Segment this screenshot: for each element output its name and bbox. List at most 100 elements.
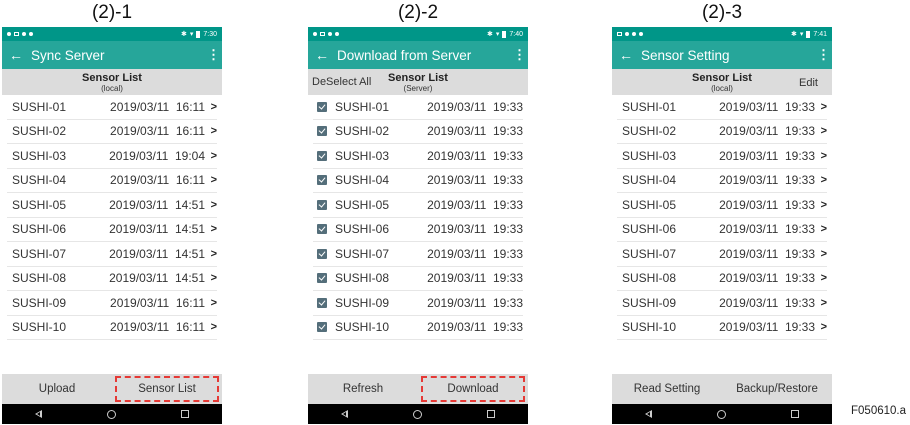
list-item[interactable]: SUSHI-04 2019/03/11 19:33 > <box>617 169 827 193</box>
chevron-right-icon: > <box>820 174 827 187</box>
nav-recents-icon[interactable] <box>181 410 190 418</box>
sensor-date: 2019/03/11 <box>719 197 779 212</box>
nav-home-icon[interactable] <box>716 409 726 419</box>
checkbox-checked-icon[interactable] <box>317 150 327 161</box>
nav-back-icon[interactable] <box>644 410 652 418</box>
sensor-time: 16:11 <box>175 295 205 310</box>
checkbox-checked-icon[interactable] <box>317 248 327 259</box>
arrow-back-icon[interactable]: ← <box>619 47 637 63</box>
sensor-time: 19:33 <box>492 148 523 163</box>
list-item[interactable]: SUSHI-10 2019/03/11 19:33 <box>313 316 523 340</box>
sensor-list-button[interactable]: Sensor List <box>112 374 222 404</box>
list-item[interactable]: SUSHI-07 2019/03/11 19:33 > <box>617 242 827 267</box>
list-item[interactable]: SUSHI-01 2019/03/11 16:11 > <box>7 95 217 120</box>
list-item[interactable]: SUSHI-04 2019/03/11 19:33 <box>313 169 523 193</box>
edit-button[interactable]: Edit <box>799 77 818 89</box>
checkbox-checked-icon[interactable] <box>317 273 327 284</box>
list-item[interactable]: SUSHI-04 2019/03/11 16:11 > <box>7 169 217 193</box>
list-item[interactable]: SUSHI-03 2019/03/11 19:33 > <box>617 144 827 169</box>
list-item[interactable]: SUSHI-05 2019/03/11 19:33 <box>313 193 523 218</box>
sensor-date: 2019/03/11 <box>719 173 779 188</box>
sensor-date: 2019/03/11 <box>110 295 170 310</box>
deselect-all-button[interactable]: DeSelect All <box>312 76 371 88</box>
list-item[interactable]: SUSHI-07 2019/03/11 14:51 > <box>7 242 217 267</box>
sensor-date: 2019/03/11 <box>719 271 779 286</box>
sensor-time: 19:33 <box>784 99 815 114</box>
sensor-time: 19:33 <box>492 295 523 310</box>
list-item[interactable]: SUSHI-08 2019/03/11 19:33 <box>313 267 523 291</box>
read-setting-button[interactable]: Read Setting <box>612 374 722 404</box>
checkbox-checked-icon[interactable] <box>317 224 327 235</box>
arrow-back-icon[interactable]: ← <box>9 47 27 63</box>
list-item[interactable]: SUSHI-10 2019/03/11 16:11 > <box>7 316 217 340</box>
list-item[interactable]: SUSHI-09 2019/03/11 16:11 > <box>7 291 217 316</box>
list-header: DeSelect All Sensor List (Server) <box>308 69 528 95</box>
list-item[interactable]: SUSHI-02 2019/03/11 19:33 <box>313 120 523 144</box>
sensor-time: 19:04 <box>174 148 205 163</box>
list-item[interactable]: SUSHI-08 2019/03/11 19:33 > <box>617 267 827 291</box>
bottom-action-bar: Refresh Download <box>308 374 528 404</box>
chevron-right-icon: > <box>820 321 827 334</box>
status-time: 7:40 <box>509 30 523 38</box>
panel-caption: (2)-1 <box>91 2 133 23</box>
list-item[interactable]: SUSHI-06 2019/03/11 19:33 <box>313 218 523 242</box>
bottom-action-bar: Upload Sensor List <box>2 374 222 404</box>
sensor-name: SUSHI-08 <box>335 271 390 286</box>
image-icon <box>617 32 622 36</box>
list-item[interactable]: SUSHI-07 2019/03/11 19:33 <box>313 242 523 267</box>
upload-button[interactable]: Upload <box>2 374 112 404</box>
refresh-button[interactable]: Refresh <box>308 374 418 404</box>
list-item[interactable]: SUSHI-05 2019/03/11 14:51 > <box>7 193 217 218</box>
nav-home-icon[interactable] <box>106 409 116 419</box>
overflow-menu-icon[interactable]: ⋮ <box>513 47 526 63</box>
list-item[interactable]: SUSHI-02 2019/03/11 19:33 > <box>617 120 827 144</box>
phone-screen-download-from-server: ✱ ▾ 7:40 ← Download from Server ⋮ DeSelect… <box>308 27 528 424</box>
bluetooth-icon: ✱ <box>790 31 797 38</box>
chevron-right-icon: > <box>820 125 827 138</box>
nav-back-icon[interactable] <box>34 410 42 418</box>
list-item[interactable]: SUSHI-05 2019/03/11 19:33 > <box>617 193 827 218</box>
list-item[interactable]: SUSHI-08 2019/03/11 14:51 > <box>7 267 217 291</box>
checkbox-checked-icon[interactable] <box>317 101 327 112</box>
download-button[interactable]: Download <box>418 374 528 404</box>
sensor-date: 2019/03/11 <box>427 197 487 212</box>
list-item[interactable]: SUSHI-06 2019/03/11 19:33 > <box>617 218 827 242</box>
list-item[interactable]: SUSHI-03 2019/03/11 19:33 <box>313 144 523 169</box>
bluetooth-icon: ✱ <box>486 31 493 38</box>
sensor-name: SUSHI-10 <box>622 320 677 335</box>
sensor-name: SUSHI-03 <box>12 148 67 163</box>
sensor-date: 2019/03/11 <box>719 222 779 237</box>
list-item[interactable]: SUSHI-06 2019/03/11 14:51 > <box>7 218 217 242</box>
list-item[interactable]: SUSHI-10 2019/03/11 19:33 > <box>617 316 827 340</box>
checkbox-checked-icon[interactable] <box>317 297 327 308</box>
sensor-date: 2019/03/11 <box>109 197 169 212</box>
backup-restore-button[interactable]: Backup/Restore <box>722 374 832 404</box>
sensor-date: 2019/03/11 <box>110 173 170 188</box>
sensor-list: SUSHI-01 2019/03/11 16:11 > SUSHI-02 2019/0… <box>2 95 222 340</box>
list-item[interactable]: SUSHI-01 2019/03/11 19:33 <box>313 95 523 120</box>
checkbox-checked-icon[interactable] <box>317 322 327 333</box>
chevron-right-icon: > <box>210 100 217 113</box>
nav-back-icon[interactable] <box>340 410 348 418</box>
screen-title: Download from Server <box>337 47 472 63</box>
list-item[interactable]: SUSHI-01 2019/03/11 19:33 > <box>617 95 827 120</box>
chevron-right-icon: > <box>820 296 827 309</box>
overflow-menu-icon[interactable]: ⋮ <box>817 47 830 63</box>
arrow-back-icon[interactable]: ← <box>315 47 333 63</box>
checkbox-checked-icon[interactable] <box>317 199 327 210</box>
nav-recents-icon[interactable] <box>791 410 800 418</box>
list-item[interactable]: SUSHI-09 2019/03/11 19:33 <box>313 291 523 316</box>
sensor-date: 2019/03/11 <box>109 271 169 286</box>
list-item[interactable]: SUSHI-03 2019/03/11 19:04 > <box>7 144 217 169</box>
checkbox-checked-icon[interactable] <box>317 126 327 137</box>
nav-home-icon[interactable] <box>412 409 422 419</box>
sensor-date: 2019/03/11 <box>719 246 779 261</box>
overflow-menu-icon[interactable]: ⋮ <box>207 47 220 63</box>
checkbox-checked-icon[interactable] <box>317 175 327 186</box>
status-time: 7:41 <box>813 30 827 38</box>
list-item[interactable]: SUSHI-02 2019/03/11 16:11 > <box>7 120 217 144</box>
sensor-date: 2019/03/11 <box>110 99 170 114</box>
sensor-date: 2019/03/11 <box>427 320 487 335</box>
nav-recents-icon[interactable] <box>487 410 496 418</box>
list-item[interactable]: SUSHI-09 2019/03/11 19:33 > <box>617 291 827 316</box>
